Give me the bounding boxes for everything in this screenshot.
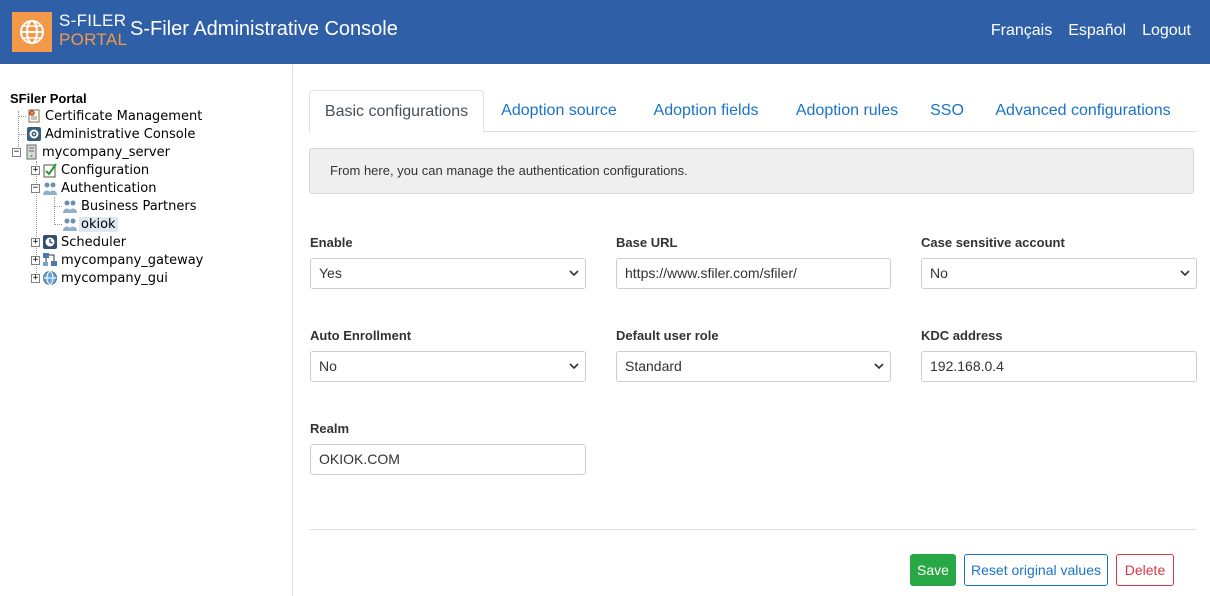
tree-guide-line	[18, 134, 26, 135]
tree-node-mycompany-gateway[interactable]: + mycompany_gateway	[31, 251, 205, 269]
tree-guide-line	[54, 197, 55, 225]
globe-logo-icon	[12, 12, 52, 52]
french-link[interactable]: Français	[991, 22, 1052, 40]
users-icon	[42, 180, 58, 196]
clock-icon	[42, 234, 58, 250]
tree-node-business-partners[interactable]: Business Partners	[62, 197, 198, 215]
delete-button[interactable]: Delete	[1116, 554, 1174, 586]
realm-input[interactable]: OKIOK.COM	[310, 444, 586, 475]
realm-label: Realm	[310, 421, 350, 436]
app-title: S-Filer Administrative Console	[130, 18, 398, 40]
logo-line-2: PORTAL	[59, 30, 128, 49]
enable-label: Enable	[310, 235, 353, 250]
tree-node-scheduler[interactable]: + Scheduler	[31, 233, 128, 251]
expand-toggle-icon[interactable]: +	[31, 255, 40, 265]
tree-node-mycompany-gui[interactable]: + mycompany_gui	[31, 269, 170, 287]
tree-node-label: Business Partners	[81, 198, 197, 214]
tree-node-label: mycompany_gui	[61, 270, 168, 286]
logo-wordmark: S-FILER PORTAL	[59, 11, 127, 49]
tree-guide-line	[54, 206, 62, 207]
tab-advanced-configurations[interactable]: Advanced configurations	[985, 90, 1181, 132]
chevron-down-icon	[569, 363, 579, 370]
tree-node-mycompany-server[interactable]: − mycompany_server	[12, 143, 172, 161]
default-role-label: Default user role	[616, 328, 719, 343]
tree-node-label: Administrative Console	[45, 126, 196, 142]
chevron-down-icon	[874, 363, 884, 370]
tab-adoption-rules[interactable]: Adoption rules	[783, 90, 911, 132]
save-button[interactable]: Save	[910, 554, 956, 586]
auto-enrollment-select[interactable]: No	[310, 351, 586, 382]
base-url-input[interactable]: https://www.sfiler.com/sfiler/	[616, 258, 891, 289]
tab-adoption-source[interactable]: Adoption source	[489, 90, 629, 132]
gear-icon	[26, 126, 42, 142]
users-icon	[62, 198, 78, 214]
tree-node-label-selected: okiok	[79, 216, 118, 232]
tree-node-authentication[interactable]: − Authentication	[31, 179, 158, 197]
expand-toggle-icon[interactable]: +	[31, 273, 40, 283]
info-alert: From here, you can manage the authentica…	[309, 148, 1194, 194]
tree-node-certificate-management[interactable]: Certificate Management	[26, 107, 204, 125]
tree-node-okiok[interactable]: okiok	[62, 215, 118, 233]
case-sensitive-value: No	[930, 265, 948, 281]
case-sensitive-label: Case sensitive account	[921, 235, 1065, 250]
collapse-toggle-icon[interactable]: −	[12, 147, 21, 157]
tab-adoption-fields[interactable]: Adoption fields	[641, 90, 771, 132]
default-role-value: Standard	[625, 358, 682, 374]
reset-original-values-button[interactable]: Reset original values	[964, 554, 1108, 586]
tree-node-label: Configuration	[61, 162, 150, 178]
enable-select[interactable]: Yes	[310, 258, 586, 289]
tree-guide-line	[18, 116, 26, 117]
users-icon	[62, 216, 78, 232]
kdc-label: KDC address	[921, 328, 1003, 343]
tree-node-label: Certificate Management	[45, 108, 203, 124]
tree-root-label[interactable]: SFiler Portal	[10, 91, 87, 106]
enable-select-value: Yes	[319, 265, 342, 281]
logo-line-1: S-FILER	[59, 11, 127, 30]
header-nav: Français Español Logout	[991, 22, 1191, 40]
tree-node-configuration[interactable]: + Configuration	[31, 161, 151, 179]
auto-enrollment-label: Auto Enrollment	[310, 328, 412, 343]
tree-node-label: Scheduler	[61, 234, 127, 250]
base-url-value: https://www.sfiler.com/sfiler/	[625, 265, 797, 281]
checklist-icon	[42, 162, 58, 178]
kdc-value: 192.168.0.4	[930, 358, 1004, 374]
config-tabs: Basic configurations Adoption source Ado…	[309, 90, 1197, 133]
globe-monitor-icon	[42, 270, 58, 286]
tree-guide-line	[54, 224, 62, 225]
sidebar-tree: SFiler Portal Certificate Management Adm…	[0, 64, 293, 596]
tab-sso[interactable]: SSO	[923, 90, 971, 132]
tree-node-label: Authentication	[61, 180, 157, 196]
form-divider	[309, 529, 1197, 530]
tree-node-label: mycompany_server	[42, 144, 170, 160]
server-icon	[23, 144, 39, 160]
case-sensitive-select[interactable]: No	[921, 258, 1197, 289]
chevron-down-icon	[1180, 270, 1190, 277]
base-url-label: Base URL	[616, 235, 678, 250]
auto-enrollment-value: No	[319, 358, 337, 374]
top-header: S-FILER PORTAL S-Filer Administrative Co…	[0, 0, 1210, 64]
tree-node-label: mycompany_gateway	[61, 252, 204, 268]
certificate-icon	[26, 108, 42, 124]
default-role-select[interactable]: Standard	[616, 351, 891, 382]
network-icon	[42, 252, 58, 268]
logout-link[interactable]: Logout	[1142, 22, 1191, 40]
tree-node-administrative-console[interactable]: Administrative Console	[26, 125, 197, 143]
kdc-input[interactable]: 192.168.0.4	[921, 351, 1197, 382]
expand-toggle-icon[interactable]: +	[31, 165, 40, 175]
realm-value: OKIOK.COM	[319, 451, 400, 467]
chevron-down-icon	[569, 270, 579, 277]
tab-basic-configurations[interactable]: Basic configurations	[309, 90, 484, 133]
spanish-link[interactable]: Español	[1068, 22, 1126, 40]
collapse-toggle-icon[interactable]: −	[31, 183, 40, 193]
expand-toggle-icon[interactable]: +	[31, 237, 40, 247]
